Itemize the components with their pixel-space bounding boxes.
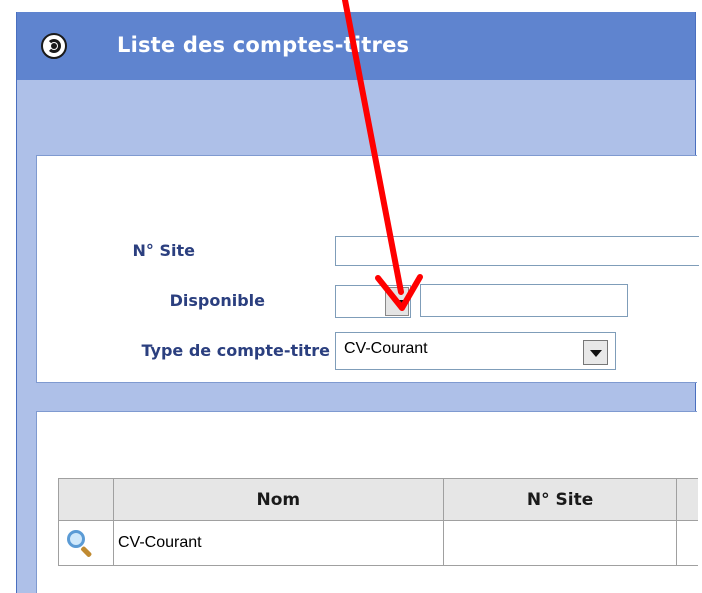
table-header-row: Nom N° Site bbox=[58, 478, 698, 521]
cell-extra bbox=[676, 520, 698, 566]
table-row[interactable]: CV-Courant bbox=[58, 520, 698, 566]
column-header-icon bbox=[58, 478, 114, 521]
page: Liste des comptes-titres N° Site Disponi… bbox=[0, 0, 702, 593]
disponible-label: Disponible bbox=[169, 291, 265, 310]
search-icon[interactable] bbox=[67, 530, 95, 558]
results-panel: Nom N° Site CV-Courant bbox=[36, 411, 698, 593]
column-header-nom[interactable]: Nom bbox=[112, 478, 444, 521]
chevron-down-icon[interactable] bbox=[583, 340, 608, 365]
type-compte-titre-label: Type de compte-titre bbox=[141, 341, 330, 360]
type-compte-titre-select[interactable]: CV-Courant bbox=[335, 332, 616, 370]
title-bar: Liste des comptes-titres bbox=[17, 12, 695, 80]
cell-site bbox=[442, 520, 678, 566]
app-logo-icon bbox=[41, 33, 67, 59]
site-input[interactable] bbox=[335, 236, 699, 266]
site-label: N° Site bbox=[132, 241, 195, 260]
disponible-input[interactable] bbox=[420, 284, 628, 317]
chevron-down-icon[interactable] bbox=[385, 287, 409, 316]
column-header-extra bbox=[676, 478, 698, 521]
results-table: Nom N° Site CV-Courant bbox=[58, 478, 698, 566]
disponible-operator-select[interactable] bbox=[335, 285, 411, 318]
filter-panel: N° Site Disponible Type de compte-titre … bbox=[36, 155, 699, 383]
window-title: Liste des comptes-titres bbox=[117, 33, 410, 57]
type-compte-titre-value: CV-Courant bbox=[344, 340, 428, 357]
row-action-cell[interactable] bbox=[58, 520, 114, 566]
cell-nom: CV-Courant bbox=[112, 520, 444, 566]
app-window: Liste des comptes-titres N° Site Disponi… bbox=[16, 12, 699, 593]
column-header-site[interactable]: N° Site bbox=[442, 478, 678, 521]
